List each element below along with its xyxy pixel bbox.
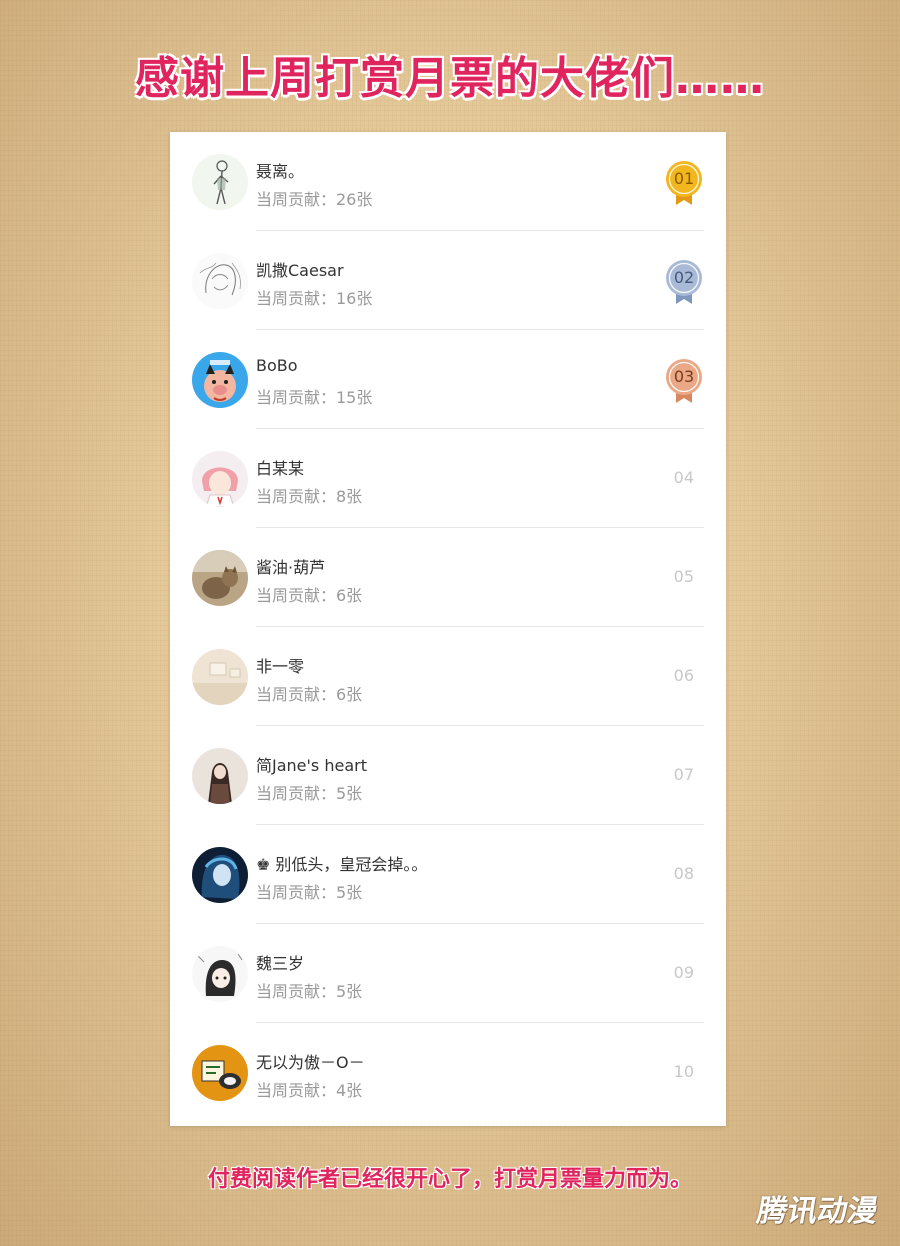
list-item[interactable]: 凯撒Caesar 当周贡献：16张 02 [170, 231, 726, 330]
user-name[interactable]: 酱油·葫芦 [256, 554, 325, 578]
contribution-count: 当周贡献：8张 [256, 487, 363, 506]
list-item[interactable]: 非一零 当周贡献：6张 06 [170, 627, 726, 726]
contribution-count: 当周贡献：16张 [256, 289, 373, 308]
line-art-avatar[interactable] [192, 253, 248, 309]
cartoon-pig-avatar[interactable] [192, 352, 248, 408]
rank-number: 03 [673, 367, 695, 386]
contribution-count: 当周贡献：15张 [256, 388, 373, 407]
rank-number: 04 [673, 468, 694, 487]
chibi-girl-avatar[interactable] [192, 946, 248, 1002]
list-item[interactable]: 酱油·葫芦 当周贡献：6张 05 [170, 528, 726, 627]
user-name[interactable]: 非一零 [256, 653, 304, 677]
list-item[interactable]: 简Jane's heart 当周贡献：5张 07 [170, 726, 726, 825]
user-name[interactable]: 简Jane's heart [256, 752, 367, 776]
silver-medal-icon: 02 [664, 259, 704, 305]
page-title: 感谢上周打赏月票的大佬们…… [135, 53, 765, 104]
cat-photo-avatar[interactable] [192, 550, 248, 606]
contribution-count: 当周贡献：26张 [256, 190, 373, 209]
dark-character-avatar[interactable] [192, 748, 248, 804]
bronze-medal-icon: 03 [664, 358, 704, 404]
list-item[interactable]: 无以为傲－O－ 当周贡献：4张 10 [170, 1023, 726, 1122]
user-name[interactable]: 魏三岁 [256, 950, 304, 974]
rank-number: 08 [673, 864, 694, 883]
contribution-count: 当周贡献：5张 [256, 883, 363, 902]
contribution-count: 当周贡献：6张 [256, 685, 363, 704]
user-name[interactable]: 凯撒Caesar [256, 257, 344, 281]
user-name[interactable]: 聂离。 [256, 158, 304, 182]
watermark-logo: 腾讯动漫 [754, 1194, 881, 1229]
rank-number: 06 [673, 666, 694, 685]
rank-number: 09 [673, 963, 694, 982]
room-photo-avatar[interactable] [192, 649, 248, 705]
contribution-count: 当周贡献：5张 [256, 982, 363, 1001]
user-name[interactable]: 无以为傲－O－ [256, 1049, 365, 1073]
orange-cat-avatar[interactable] [192, 1045, 248, 1101]
list-item[interactable]: 白某某 当周贡献：8张 04 [170, 429, 726, 528]
contribution-count: 当周贡献：5张 [256, 784, 363, 803]
list-item[interactable]: 魏三岁 当周贡献：5张 09 [170, 924, 726, 1023]
rank-number: 07 [673, 765, 694, 784]
sketch-figure-avatar[interactable] [192, 154, 248, 210]
user-name[interactable]: 白某某 [256, 455, 304, 479]
contribution-count: 当周贡献：4张 [256, 1081, 363, 1100]
ranking-list: 聂离。 当周贡献：26张 01 凯撒Caesar 当周贡献：16张 02 BoB… [170, 132, 726, 1126]
blue-anime-avatar[interactable] [192, 847, 248, 903]
rank-number: 10 [673, 1062, 694, 1081]
user-name[interactable]: ♚ 别低头，皇冠会掉。。 [256, 851, 427, 875]
rank-number: 05 [673, 567, 694, 586]
gold-medal-icon: 01 [664, 160, 704, 206]
list-item[interactable]: ♚ 别低头，皇冠会掉。。 当周贡献：5张 08 [170, 825, 726, 924]
rank-number: 02 [673, 268, 695, 287]
user-name[interactable]: BoBo [256, 356, 298, 375]
list-item[interactable]: 聂离。 当周贡献：26张 01 [170, 132, 726, 231]
rank-number: 01 [673, 169, 695, 188]
anime-girl-avatar[interactable] [192, 451, 248, 507]
contribution-count: 当周贡献：6张 [256, 586, 363, 605]
list-item[interactable]: BoBo 当周贡献：15张 03 [170, 330, 726, 429]
